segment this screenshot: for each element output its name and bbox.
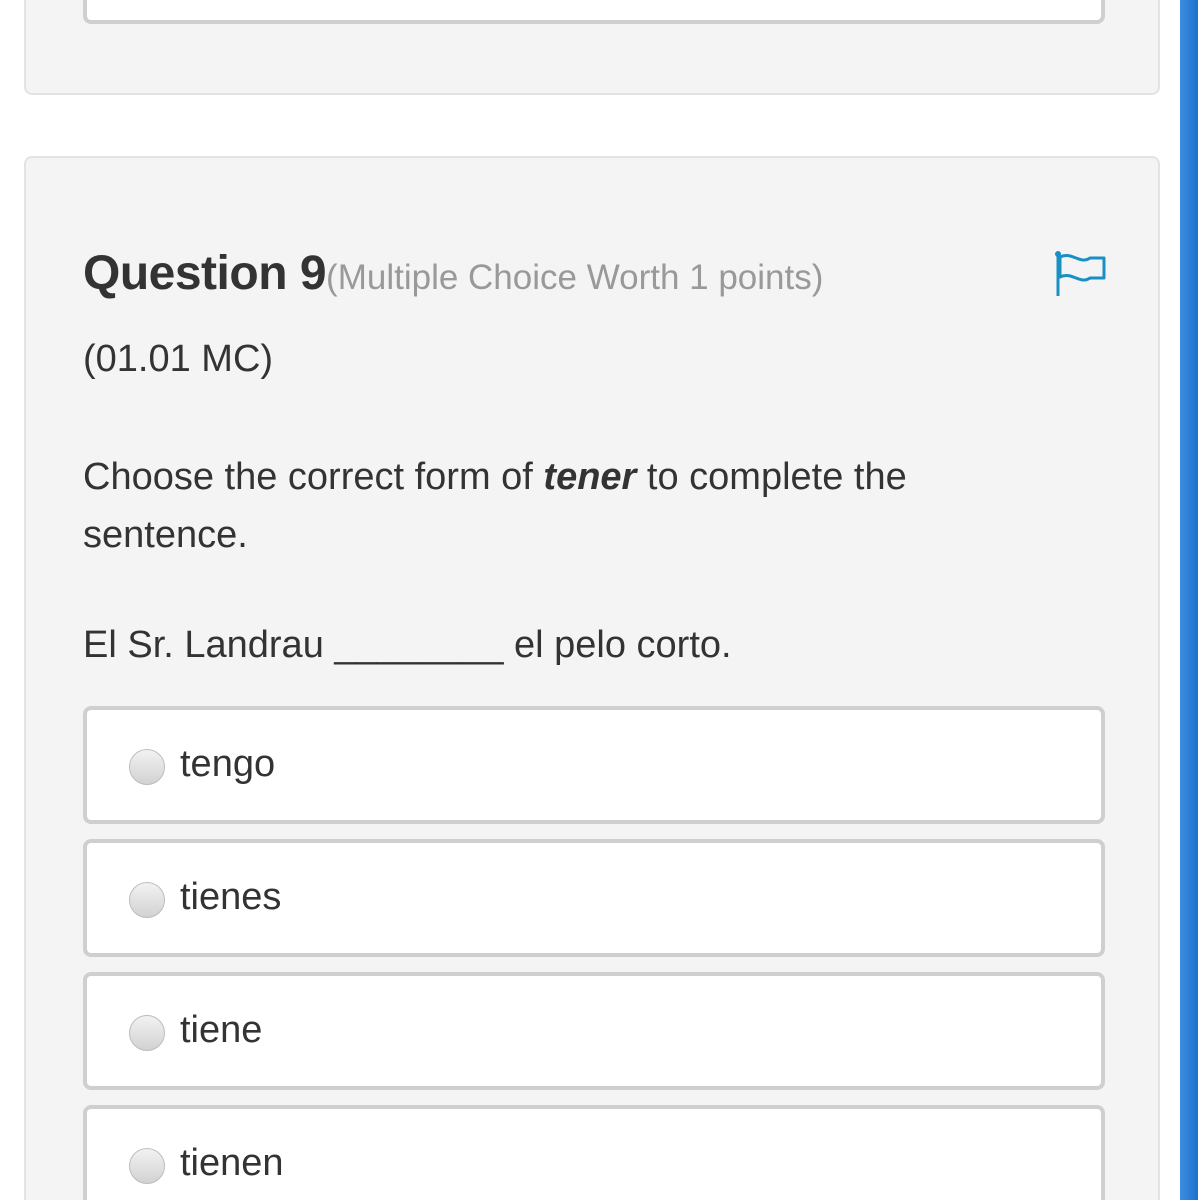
option-label: tengo [180, 743, 276, 785]
scrollbar[interactable] [1180, 0, 1198, 1200]
option-label: tienen [180, 1142, 284, 1184]
question-title: Question 9 [83, 247, 327, 300]
answer-option[interactable]: tienes [83, 839, 1105, 957]
question-prompt: Choose the correct form of tener to comp… [83, 448, 1043, 564]
page: Question 9(Multiple Choice Worth 1 point… [0, 0, 1198, 1200]
question-header: Question 9(Multiple Choice Worth 1 point… [83, 246, 823, 301]
question-card: Question 9(Multiple Choice Worth 1 point… [24, 156, 1160, 1200]
previous-answer-option[interactable] [83, 0, 1105, 24]
previous-question-card [24, 0, 1160, 95]
option-label: tiene [180, 1009, 263, 1051]
question-meta: (Multiple Choice Worth 1 points) [326, 258, 824, 297]
option-label: tienes [180, 876, 282, 918]
radio-button[interactable] [129, 749, 165, 785]
radio-button[interactable] [129, 1148, 165, 1184]
prompt-text-before: Choose the correct form of [83, 456, 544, 498]
flag-outline-icon [1055, 251, 1106, 296]
radio-button[interactable] [129, 882, 165, 918]
question-sentence: El Sr. Landrau ________ el pelo corto. [83, 624, 732, 666]
question-code: (01.01 MC) [83, 338, 274, 380]
flag-question-button[interactable] [1054, 250, 1108, 298]
prompt-emphasis: tener [543, 456, 637, 498]
radio-button[interactable] [129, 1015, 165, 1051]
answer-option[interactable]: tienen [83, 1105, 1105, 1200]
answer-option[interactable]: tiene [83, 972, 1105, 1090]
answer-option[interactable]: tengo [83, 706, 1105, 824]
